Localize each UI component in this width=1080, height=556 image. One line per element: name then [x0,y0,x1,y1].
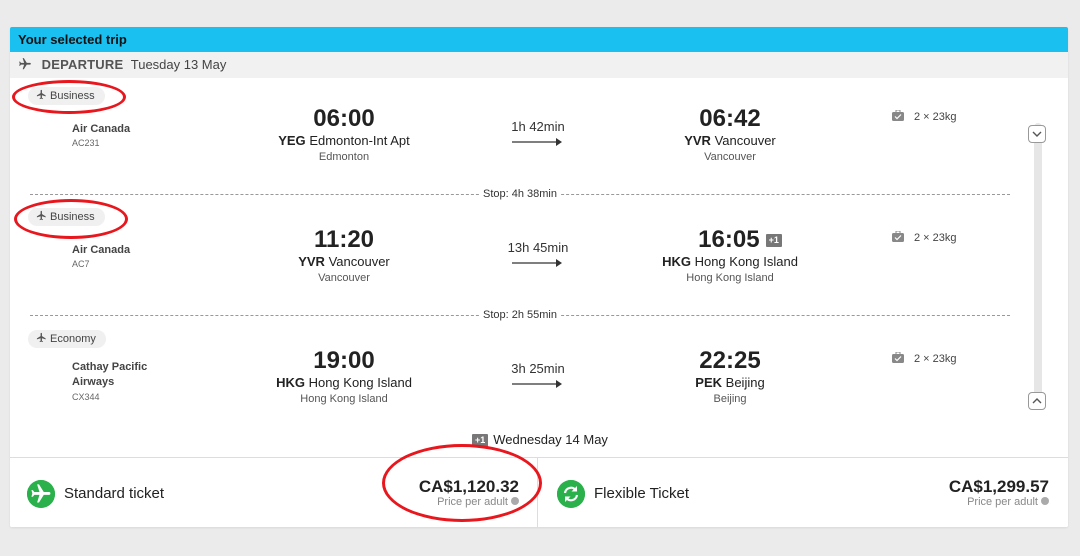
arrival-time: 06:42 [699,105,761,132]
baggage-text: 2 × 23kg [914,232,957,244]
arrow-right-icon [512,380,562,388]
arrow-right-icon [512,138,562,146]
baggage-text: 2 × 23kg [914,353,957,365]
chevron-up-icon [1032,398,1042,404]
arrival-time-value: 16:05 [698,226,760,253]
departure-bar: DEPARTURE Tuesday 13 May [10,52,1068,78]
trip-card: Your selected trip DEPARTURE Tuesday 13 … [10,27,1068,527]
arrival-city: Hong Kong Island [686,272,774,284]
baggage-text: 2 × 23kg [914,111,957,123]
ticket-price: CA$1,299.57 [948,477,1049,496]
departure-code: HKG [276,375,305,390]
cabin-label: Economy [50,333,96,345]
departure-airport: YVR Vancouver [244,254,444,269]
arrival-date-text: Wednesday 14 May [493,432,608,447]
airline-name: Cathay Pacific Airways [72,360,147,390]
arrival-time: 22:25 [699,347,761,374]
arrival-airport: PEK Beijing [630,375,830,390]
airline-name: Air Canada [72,123,131,135]
ticket-label: Flexible Ticket [594,485,690,502]
flight-segment: Business Air Canada AC231 06:00 YEG Edmo… [10,79,1040,179]
arrival-code: PEK [695,375,723,390]
stop-duration: Stop: 2h 55min [479,309,561,321]
arrival-airport: YVR Vancouver [630,133,830,148]
flight-number: CX344 [72,392,100,402]
departure-time: 11:20 [313,226,375,253]
departure-date: Tuesday 13 May [130,57,227,72]
arrow-right-icon [512,259,562,267]
annotation-ellipse [12,80,126,114]
flight-duration: 13h 45min [507,240,569,255]
baggage-allowance: 2 × 23kg [892,230,957,244]
price-note: Price per adult [967,496,1049,508]
baggage-icon [892,351,904,363]
arrival-time: 16:05 +1 [670,226,810,254]
departure-city: Edmonton [318,151,370,163]
arrival-city: Beijing [713,393,747,405]
baggage-icon [892,109,904,121]
stop-duration: Stop: 4h 38min [479,188,561,200]
next-day-badge: +1 [765,234,782,247]
price-note-text: Price per adult [967,496,1038,508]
plane-circle-icon [27,480,55,508]
baggage-icon [892,230,904,242]
flight-duration: 1h 42min [511,119,565,134]
flight-duration: 3h 25min [511,361,565,376]
departure-time: 06:00 [313,105,375,132]
departure-airport: YEG Edmonton-Int Apt [244,133,444,148]
annotation-ellipse [14,199,128,239]
arrival-city: Vancouver [704,151,756,163]
ticket-label: Standard ticket [64,485,165,502]
departure-airport: HKG Hong Kong Island [244,375,444,390]
arrival-date-note: +1 Wednesday 14 May [472,432,608,447]
departure-city: Hong Kong Island [300,393,388,405]
baggage-allowance: 2 × 23kg [892,109,957,123]
baggage-allowance: 2 × 23kg [892,351,957,365]
cabin-badge: Economy [28,330,106,348]
arrival-code: HKG [662,254,691,269]
departure-time: 19:00 [313,347,375,374]
arrival-airport-name: Vancouver [714,133,776,148]
annotation-ellipse [382,444,542,522]
departure-city: Vancouver [318,272,370,284]
arrival-airport-name: Beijing [725,375,765,390]
scrollbar-track[interactable] [1034,123,1042,401]
departure-airport-name: Hong Kong Island [308,375,412,390]
arrival-airport: HKG Hong Kong Island [630,254,830,269]
flexible-ticket-option[interactable]: Flexible Ticket CA$1,299.57 Price per ad… [538,458,1068,527]
departure-label: DEPARTURE [41,57,124,72]
departure-code: YEG [278,133,306,148]
departure-airport-name: Edmonton-Int Apt [309,133,410,148]
arrival-airport-name: Hong Kong Island [694,254,798,269]
arrival-code: YVR [684,133,711,148]
refresh-circle-icon [557,480,585,508]
scroll-up-button[interactable] [1028,392,1046,410]
chevron-down-icon [1032,131,1042,137]
flight-number: AC7 [72,259,90,269]
trip-header: Your selected trip [10,27,1068,52]
flight-segment: Economy Cathay Pacific Airways CX344 19:0… [10,321,1040,421]
departure-airport-name: Vancouver [328,254,390,269]
airline-name-line1: Cathay Pacific [72,361,148,373]
plane-icon [36,332,46,343]
info-icon[interactable] [1041,497,1049,505]
flight-segment: Business Air Canada AC7 11:20 YVR Vancou… [10,200,1040,300]
scroll-down-button[interactable] [1028,125,1046,143]
plane-icon [19,58,31,70]
airline-name-line2: Airways [72,376,115,388]
flight-number: AC231 [72,138,100,148]
departure-code: YVR [298,254,325,269]
airline-name: Air Canada [72,244,131,256]
